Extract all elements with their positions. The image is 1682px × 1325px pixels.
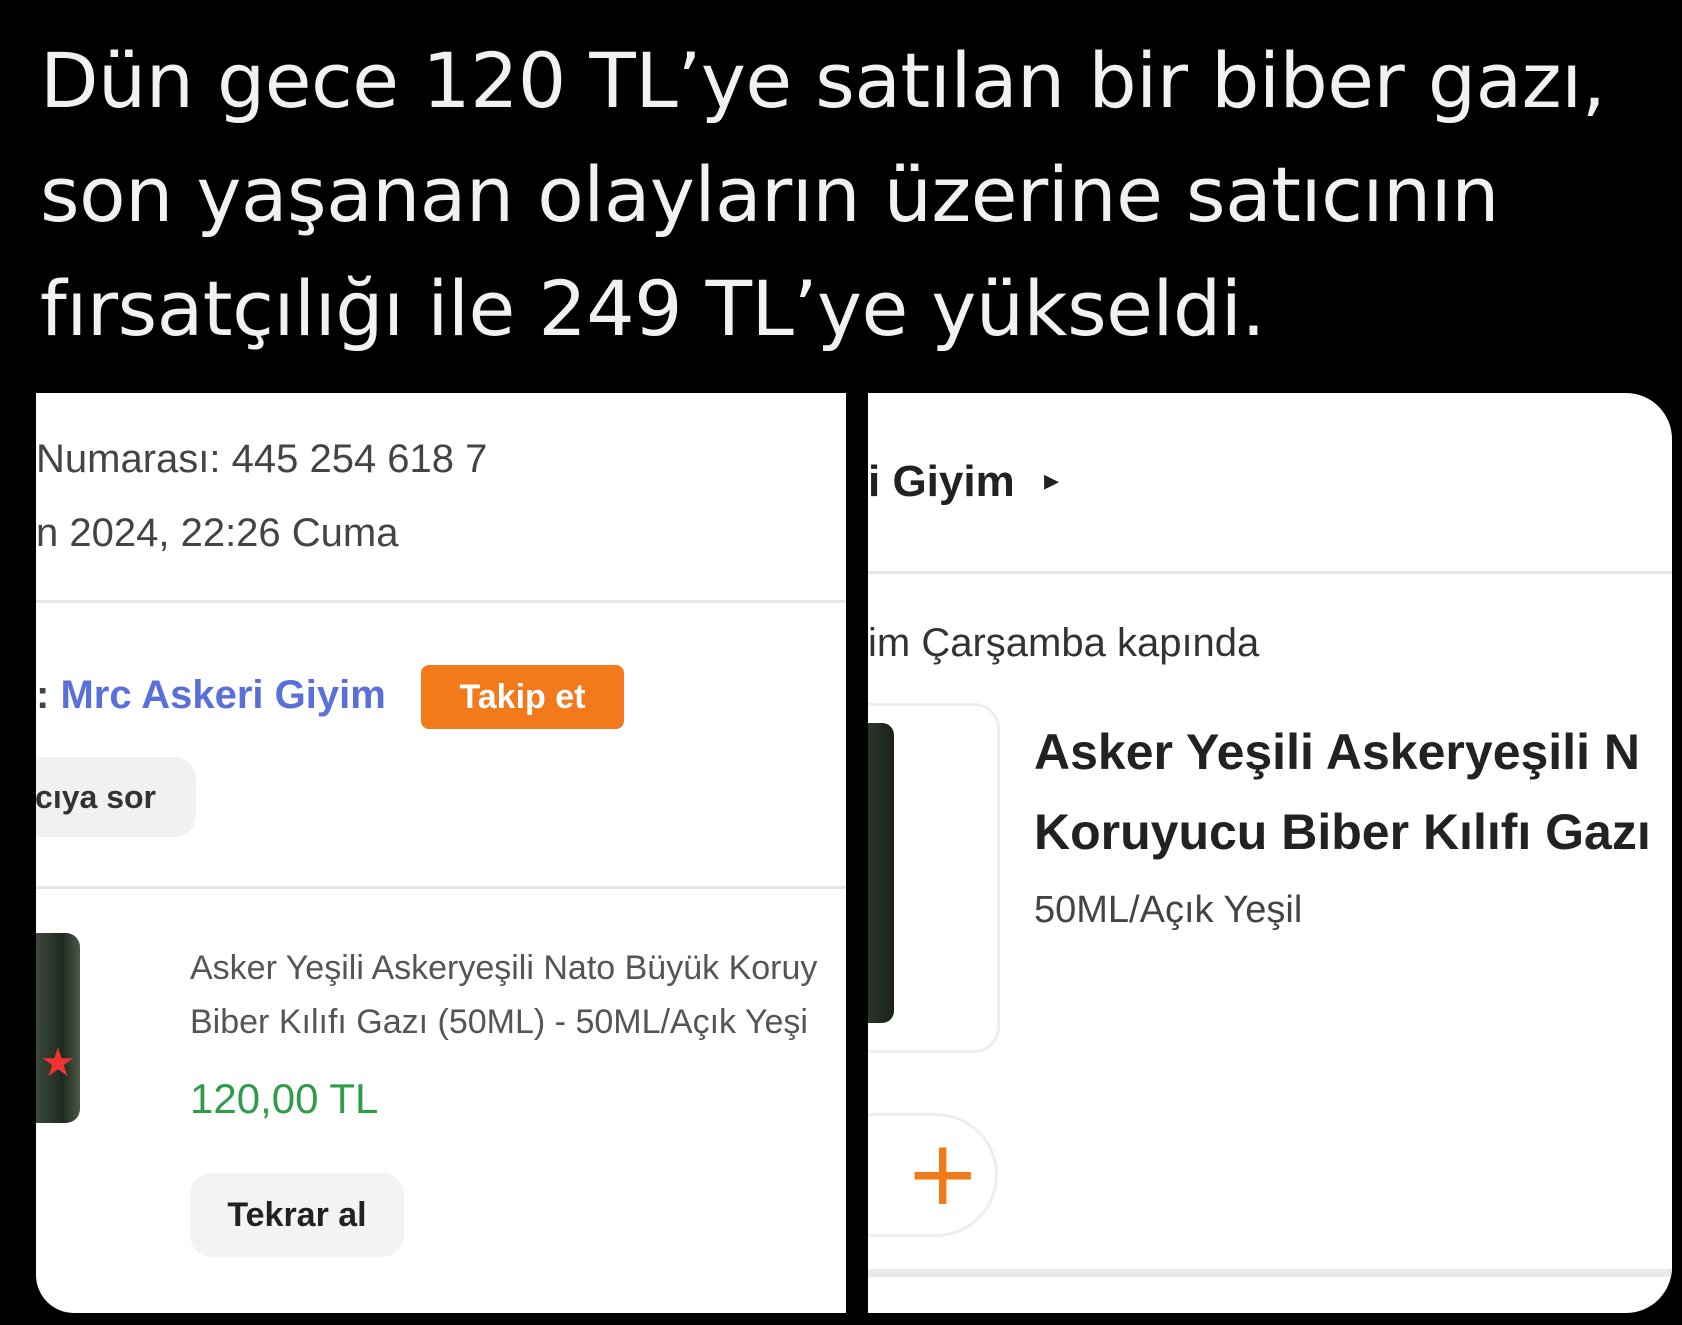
ask-seller-button[interactable]: cıya sor xyxy=(36,757,196,837)
follow-button[interactable]: Takip et xyxy=(421,665,624,729)
delivery-info: im Çarşamba kapında xyxy=(868,621,1260,665)
product-title-line-2[interactable]: Biber Kılıfı Gazı (50ML) - 50ML/Açık Yeş… xyxy=(190,1003,808,1042)
buy-again-button[interactable]: Tekrar al xyxy=(190,1173,404,1257)
tweet-line-1: Dün gece 120 TL’ye satılan bir biber gaz… xyxy=(40,36,1606,125)
plus-icon: + xyxy=(905,1121,981,1226)
store-name-link[interactable]: i Giyim xyxy=(868,457,1015,507)
tweet-line-2: son yaşanan olayların üzerine satıcının xyxy=(40,150,1499,239)
chevron-right-icon[interactable]: ▸ xyxy=(1044,463,1059,498)
product-title-line-2[interactable]: Koruyucu Biber Kılıfı Gazı xyxy=(1034,803,1651,861)
tweet-text: Dün gece 120 TL’ye satılan bir biber gaz… xyxy=(40,24,1660,366)
star-icon: ★ xyxy=(40,1040,76,1086)
divider xyxy=(36,886,846,889)
tweet-line-3: fırsatçılığı ile 249 TL’ye yükseldi. xyxy=(40,264,1266,353)
seller-name-link[interactable]: Mrc Askeri Giyim xyxy=(60,673,385,717)
seller-prefix: : xyxy=(36,673,61,717)
product-variant: 50ML/Açık Yeşil xyxy=(1034,889,1303,931)
cart-screenshot-right: i Giyim ▸ im Çarşamba kapında Asker Yeşi… xyxy=(868,393,1672,1313)
product-price: 120,00 TL xyxy=(190,1075,379,1122)
divider xyxy=(36,600,846,603)
order-date: n 2024, 22:26 Cuma xyxy=(36,511,399,555)
increase-quantity-button[interactable]: + xyxy=(868,1113,998,1237)
product-title-line-1[interactable]: Asker Yeşili Askeryeşili N xyxy=(1034,723,1640,781)
order-screenshot-left: Numarası: 445 254 618 7 n 2024, 22:26 Cu… xyxy=(36,393,846,1313)
bottom-bar xyxy=(868,1269,1672,1277)
divider xyxy=(868,571,1672,574)
product-title-line-1[interactable]: Asker Yeşili Askeryeşili Nato Büyük Koru… xyxy=(190,949,817,988)
order-number: Numarası: 445 254 618 7 xyxy=(36,437,488,481)
seller-info: : Mrc Askeri Giyim xyxy=(36,673,386,718)
product-image[interactable]: ★ xyxy=(36,933,80,1123)
product-image xyxy=(868,723,894,1023)
